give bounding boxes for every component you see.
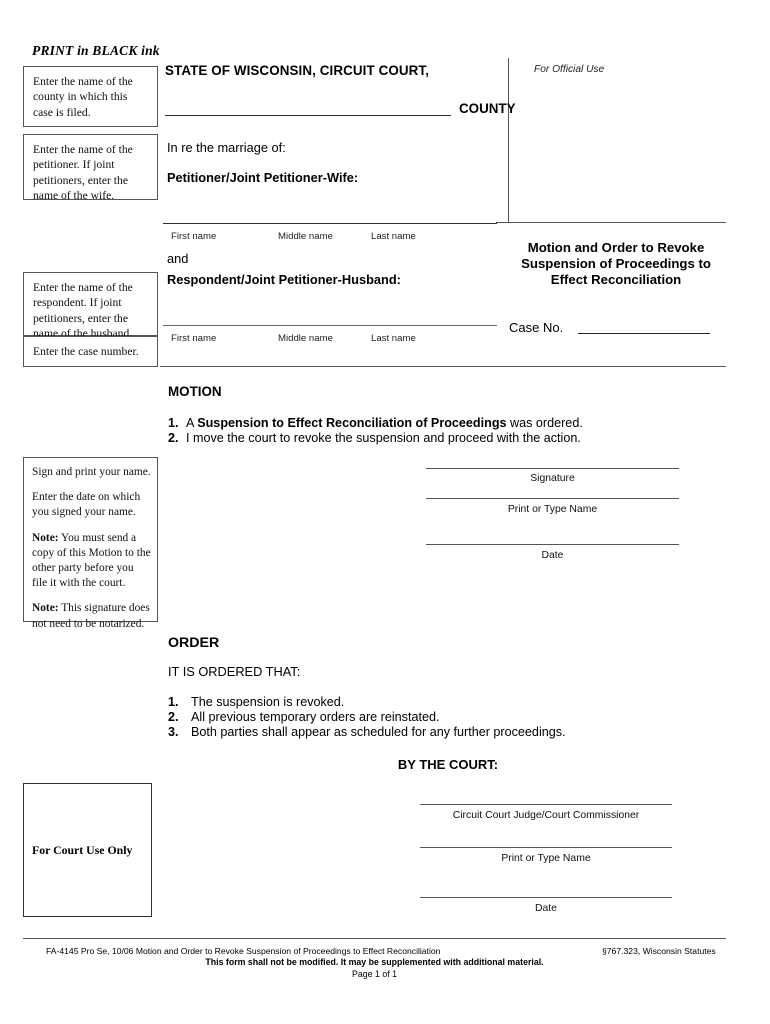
party-signature-caption: Signature [530,473,575,484]
county-column-rule [496,222,510,224]
motion-section-heading: MOTION [168,384,222,399]
instruction-note-1-label: Note: [32,531,59,544]
for-court-use-only-box: For Court Use Only [23,783,152,917]
footer-divider-rule [23,938,726,939]
order-item-1-number: 1. [168,695,179,709]
instruction-box-petitioner: Enter the name of the petitioner. If joi… [23,134,158,202]
footer-form-id: FA-4145 Pro Se, 10/06 Motion and Order t… [46,946,441,956]
motion-item-1-prefix: A [186,416,198,430]
motion-item-1-number: 1. [168,416,179,430]
county-name-blank-line[interactable] [165,115,451,117]
judge-signature-caption: Circuit Court Judge/Court Commissioner [452,810,640,821]
petitioner-name-blank-line[interactable] [163,223,497,225]
order-item-3-text: Both parties shall appear as scheduled f… [191,725,566,739]
respondent-last-name-label: Last name [371,333,416,344]
respondent-name-field-labels: First name Middle name Last name [163,333,497,347]
motion-item-2-number: 2. [168,431,179,445]
print-in-black-ink-notice: PRINT in BLACK ink [32,43,160,58]
form-page: PRINT in BLACK ink Enter the name of the… [0,0,770,1024]
instruction-note-2: Note: This signature does not need to be… [32,601,151,631]
document-title: Motion and Order to Revoke Suspension of… [521,240,711,287]
judge-date-line[interactable] [420,897,672,899]
party-print-name-line[interactable] [426,498,679,500]
respondent-name-blank-line[interactable] [163,325,497,327]
instruction-box-signature: Sign and print your name. Enter the date… [23,457,158,630]
motion-item-1-text: A Suspension to Effect Reconciliation of… [186,416,583,431]
caption-vertical-divider [508,58,510,223]
instruction-county-text: Enter the name of the county in which th… [33,75,133,119]
it-is-ordered-that-label: IT IS ORDERED THAT: [168,664,301,679]
footer-page-number: Page 1 of 1 [352,969,397,979]
respondent-first-name-label: First name [171,333,217,344]
instruction-respondent-text: Enter the name of the respondent. If joi… [33,281,133,341]
instruction-box-county: Enter the name of the county in which th… [23,66,158,127]
respondent-husband-label: Respondent/Joint Petitioner-Husband: [167,272,401,287]
in-re-marriage-label: In re the marriage of: [167,140,286,155]
by-the-court-label: BY THE COURT: [397,757,499,772]
official-use-bottom-rule [503,222,726,224]
state-circuit-court-heading: STATE OF WISCONSIN, CIRCUIT COURT, [165,63,430,78]
petitioner-middle-name-label: Middle name [278,231,333,242]
instruction-enter-date: Enter the date on which you signed your … [32,491,141,519]
party-signature-line[interactable] [426,468,679,470]
footer-statute-reference: §767.323, Wisconsin Statutes [602,946,716,956]
case-number-blank-line[interactable] [578,333,710,335]
judge-signature-line[interactable] [420,804,672,806]
instruction-box-case-number: Enter the case number. [23,336,158,367]
party-print-name-caption: Print or Type Name [507,504,598,515]
and-conjunction-label: and [167,251,189,266]
instruction-sign-print-name: Sign and print your name. [32,466,151,478]
respondent-middle-name-label: Middle name [278,333,333,344]
order-section-heading: ORDER [168,635,220,651]
party-date-caption: Date [541,550,564,561]
instruction-note-1: Note: You must send a copy of this Motio… [32,531,151,592]
judge-print-name-caption: Print or Type Name [501,853,591,864]
petitioner-first-name-label: First name [171,231,217,242]
petitioner-wife-label: Petitioner/Joint Petitioner-Wife: [167,170,359,185]
order-item-2-text: All previous temporary orders are reinst… [191,710,440,724]
instruction-box-respondent: Enter the name of the respondent. If joi… [23,272,158,340]
motion-item-1-bold: Suspension to Effect Reconciliation of P… [197,416,507,430]
county-word-label: COUNTY [459,101,516,116]
for-court-use-only-label: For Court Use Only [32,842,133,857]
for-official-use-label: For Official Use [534,64,605,75]
order-item-1-text: The suspension is revoked. [191,695,345,709]
footer-modification-notice: This form shall not be modified. It may … [205,957,544,967]
instruction-case-number-text: Enter the case number. [33,344,139,358]
petitioner-last-name-label: Last name [371,231,416,242]
order-item-2-number: 2. [168,710,179,724]
motion-item-2-text: I move the court to revoke the suspensio… [186,431,581,445]
judge-date-caption: Date [535,903,557,914]
instruction-note-2-label: Note: [32,602,59,615]
caption-bottom-rule [160,366,726,368]
motion-item-1-suffix: was ordered. [506,416,583,430]
petitioner-name-field-labels: First name Middle name Last name [163,231,497,245]
order-item-3-number: 3. [168,725,179,739]
party-date-line[interactable] [426,544,679,546]
judge-print-name-line[interactable] [420,847,672,849]
case-number-label: Case No. [509,320,564,335]
instruction-petitioner-text: Enter the name of the petitioner. If joi… [33,143,133,203]
